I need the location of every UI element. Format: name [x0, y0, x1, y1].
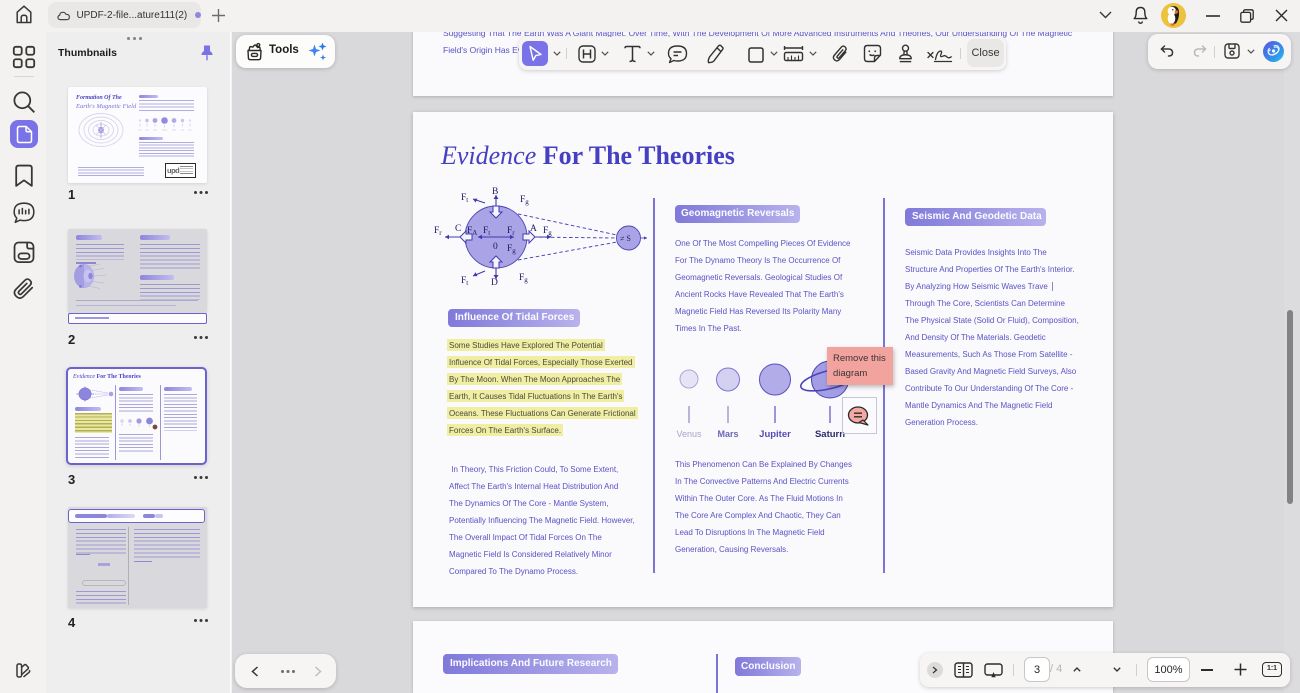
- svg-text:C: C: [455, 224, 461, 234]
- svg-text:Mars: Mars: [717, 429, 738, 439]
- svg-text:Jupiter: Jupiter: [759, 429, 791, 440]
- svg-text:Venus: Venus: [676, 429, 702, 439]
- svg-text:Ft: Ft: [461, 276, 468, 287]
- svg-text:0: 0: [493, 242, 498, 252]
- svg-text:A: A: [530, 224, 537, 234]
- svg-text:Fg: Fg: [543, 226, 552, 237]
- svg-text:Saturn: Saturn: [815, 429, 845, 440]
- svg-text:≠ S: ≠ S: [620, 234, 631, 243]
- svg-text:Fg: Fg: [519, 273, 528, 284]
- svg-text:B: B: [492, 187, 498, 197]
- svg-text:D: D: [491, 278, 498, 288]
- svg-text:Fg: Fg: [520, 195, 529, 206]
- svg-text:Fr: Fr: [434, 226, 442, 237]
- svg-text:Ft: Ft: [461, 193, 468, 204]
